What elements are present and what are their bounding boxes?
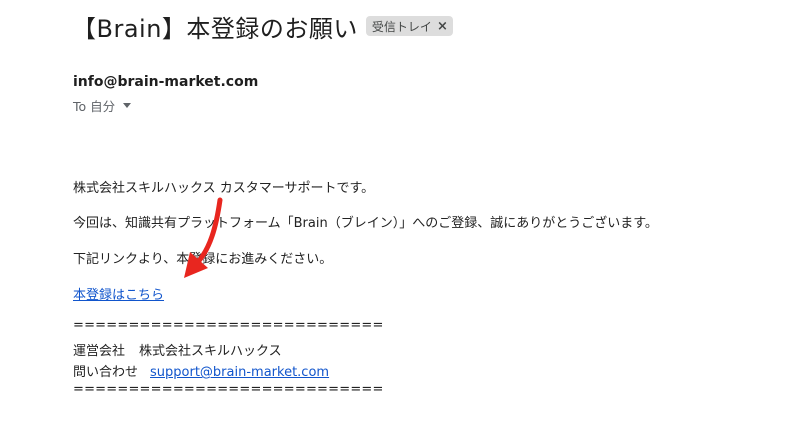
email-subject-row: 【Brain】本登録のお願い 受信トレイ × [72, 6, 453, 46]
company-label: 運営会社 [73, 344, 126, 359]
recipient-label: To 自分 [73, 99, 116, 114]
company-line: 運営会社 株式会社スキルハックス [73, 340, 282, 359]
support-email-link[interactable]: support@brain-market.com [150, 365, 329, 380]
email-subject: 【Brain】本登録のお願い [72, 14, 358, 43]
red-arrow-icon [184, 197, 223, 278]
company-name: 株式会社スキルハックス [139, 344, 282, 359]
inbox-label-chip[interactable]: 受信トレイ × [365, 16, 453, 36]
caret-down-icon[interactable] [123, 103, 132, 108]
sender-address: info@brain-market.com [73, 74, 259, 90]
contact-line: 問い合わせ support@brain-market.com [73, 361, 329, 380]
register-link[interactable]: 本登録はこちら [73, 288, 164, 303]
remove-label-icon[interactable]: × [437, 20, 448, 33]
body-thanks: 今回は、知識共有プラットフォーム「Brain（ブレイン）」へのご登録、誠にありが… [73, 216, 658, 231]
contact-label: 問い合わせ [73, 365, 139, 380]
body-greeting: 株式会社スキルハックス カスタマーサポートです。 [73, 181, 375, 196]
separator-bottom: ============================ [73, 382, 384, 397]
body-link-line: 本登録はこちら [73, 284, 164, 303]
separator-top: ============================ [73, 318, 384, 333]
inbox-label-text: 受信トレイ [371, 19, 432, 34]
recipient-details-toggle[interactable]: To 自分 [73, 96, 132, 115]
